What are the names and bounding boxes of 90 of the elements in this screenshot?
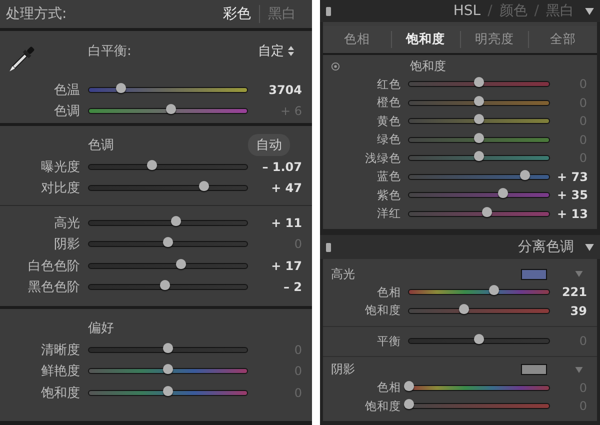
slider-value: – 2 (282, 280, 303, 294)
slider-value: + 35 (557, 188, 589, 202)
dropdown-icon[interactable] (575, 366, 583, 372)
balance-label: 白平衡: (88, 43, 132, 60)
slider-thumb[interactable] (147, 160, 158, 170)
slider-thumb[interactable] (489, 285, 500, 296)
slider-value: – 1.07 (261, 160, 303, 174)
hsl-tab[interactable]: 全部 (528, 31, 597, 48)
slider-thumb[interactable] (474, 77, 484, 88)
slider-thumb[interactable] (474, 114, 484, 124)
slider-label: 高光 (53, 214, 80, 232)
section-title: 偏好 (88, 320, 115, 337)
slider-thumb[interactable] (166, 104, 176, 114)
slider-thumb[interactable] (163, 386, 173, 396)
slider-value: + 17 (270, 258, 303, 273)
slider-label: 饱和度 (364, 398, 401, 414)
slider-label: 黑色色阶 (27, 279, 80, 296)
slider-label: 曝光度 (40, 158, 80, 176)
dropdown-icon[interactable] (575, 271, 583, 277)
preset-dropdown[interactable]: 自定 (258, 42, 304, 60)
collapse-icon[interactable] (585, 244, 594, 250)
slider-thumb[interactable] (520, 170, 530, 180)
panel-title: 分离色调 (518, 238, 574, 256)
slider-value: 3704 (268, 82, 303, 97)
slider-value: + 47 (270, 181, 303, 196)
slider-thumb[interactable] (474, 151, 484, 162)
slider-thumb[interactable] (160, 280, 170, 290)
slider-label: 饱和度 (364, 303, 401, 318)
slider-thumb[interactable] (176, 258, 186, 269)
slider-label: 黄色 (376, 114, 401, 129)
slider-label: 色温 (53, 82, 80, 99)
section-title: 高光 (331, 266, 356, 282)
slider-thumb[interactable] (404, 399, 414, 410)
color-swatch[interactable] (521, 268, 547, 280)
slider-label: 鲜艳度 (40, 363, 80, 380)
slider-label: 色相 (376, 380, 401, 396)
slider-label: 红色 (376, 76, 401, 92)
slider-label: 平衡 (376, 334, 401, 349)
slider-label: 饱和度 (40, 384, 80, 402)
slider-thumb[interactable] (163, 364, 173, 374)
section-title: 色调 (88, 137, 115, 154)
treatment-option[interactable]: 彩色 (215, 5, 259, 23)
slider-thumb[interactable] (474, 96, 484, 106)
up-down-arrows-icon (288, 46, 294, 56)
slider-label: 清晰度 (40, 342, 80, 359)
slider-value: 221 (560, 285, 588, 300)
slider-label: 对比度 (40, 180, 80, 198)
panel-tab[interactable]: 颜色 (499, 2, 528, 20)
slider-thumb[interactable] (163, 342, 173, 353)
slider-thumb[interactable] (170, 216, 181, 226)
slider-label: 阴影 (53, 236, 80, 254)
hsl-tab[interactable]: 色相 (323, 31, 391, 48)
collapse-icon[interactable] (585, 8, 594, 14)
slider-value: 39 (569, 304, 588, 318)
slider-thumb[interactable] (458, 304, 469, 314)
slider-label: 白色色阶 (27, 258, 80, 275)
slider-value: + 13 (557, 206, 589, 221)
slider-label: 橙色 (376, 95, 401, 110)
slider-value: + 11 (270, 216, 303, 230)
hsl-tab[interactable]: 明亮度 (460, 31, 528, 48)
panel-switch-icon[interactable] (326, 242, 331, 252)
slider-label: 蓝色 (376, 169, 401, 184)
hsl-tab[interactable]: 饱和度 (390, 31, 460, 48)
color-swatch[interactable] (521, 364, 547, 375)
slider-thumb[interactable] (474, 334, 484, 344)
slider-thumb[interactable] (199, 181, 210, 192)
slider-label: 色相 (376, 284, 401, 300)
treatment-label: 处理方式: (6, 5, 67, 23)
auto-button[interactable]: 自动 (248, 134, 290, 156)
slider-thumb[interactable] (116, 82, 126, 93)
tab-separator: / (488, 3, 492, 19)
slider-thumb[interactable] (404, 380, 414, 391)
section-title: 阴影 (331, 361, 356, 378)
tab-separator: / (534, 3, 539, 19)
slider-thumb[interactable] (163, 237, 173, 248)
slider-thumb[interactable] (498, 188, 508, 198)
slider-thumb[interactable] (482, 206, 492, 217)
treatment-option[interactable]: 黑白 (259, 5, 304, 23)
slider-thumb[interactable] (474, 132, 484, 143)
panel-switch-icon[interactable] (326, 6, 331, 16)
slider-label: 洋红 (376, 206, 401, 222)
slider-label: 浅绿色 (364, 150, 401, 166)
slider-label: 紫色 (376, 188, 401, 203)
target-adjust-icon[interactable] (331, 62, 340, 70)
panel-tab[interactable]: 黑白 (546, 2, 574, 20)
panel-tab[interactable]: HSL (453, 3, 481, 19)
slider-label: 色调 (53, 103, 80, 120)
section-title: 饱和度 (410, 58, 447, 74)
slider-value: + 73 (557, 170, 589, 184)
slider-label: 绿色 (376, 132, 401, 148)
